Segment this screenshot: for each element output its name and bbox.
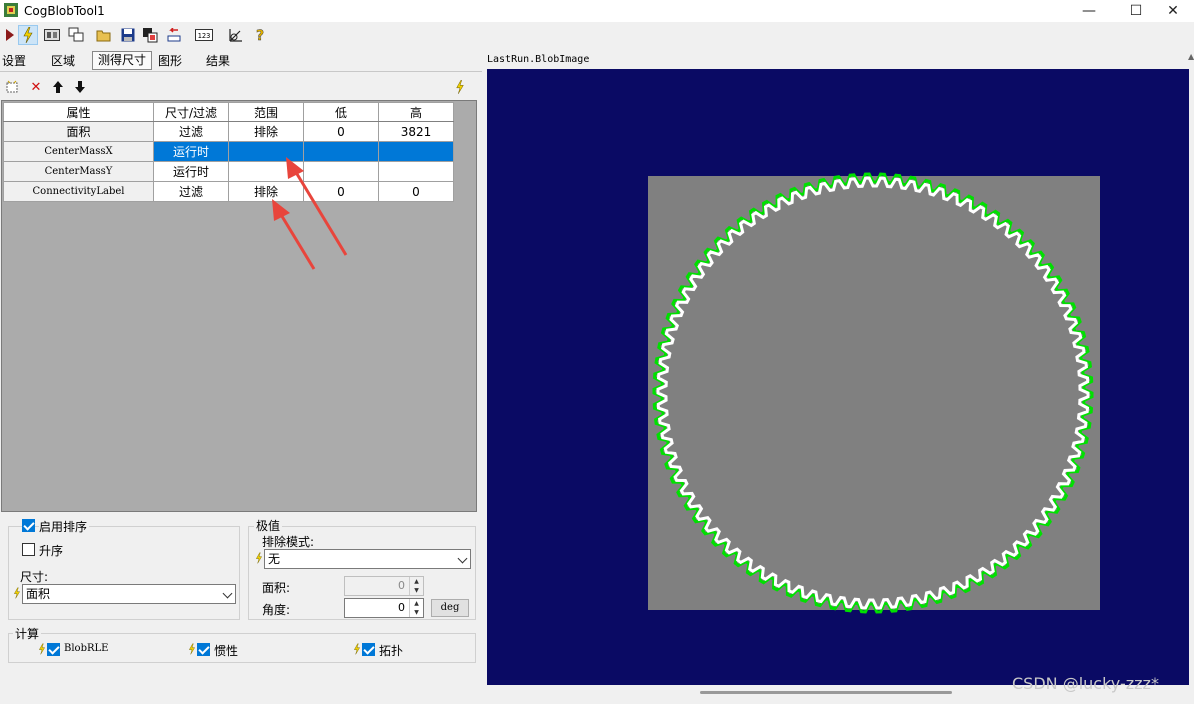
annotation-arrows bbox=[272, 157, 348, 270]
table-row[interactable]: CenterMassY 运行时 bbox=[3, 161, 454, 182]
topology-label: 拓扑 bbox=[379, 644, 404, 658]
area-value: 0 bbox=[398, 579, 405, 592]
area-label: 面积: bbox=[262, 581, 291, 595]
enable-sort-label: 启用排序 bbox=[39, 518, 90, 535]
cell-property[interactable]: ConnectivityLabel bbox=[3, 181, 154, 202]
image-caption: LastRun.BlobImage bbox=[487, 54, 590, 65]
blobrle-checkbox[interactable] bbox=[47, 643, 60, 656]
electric-mode-icon[interactable] bbox=[18, 25, 38, 45]
tab-results[interactable]: 结果 bbox=[202, 53, 234, 70]
exclude-mode-value: 无 bbox=[268, 552, 281, 566]
enable-sort-checkbox[interactable] bbox=[22, 519, 35, 532]
measurement-grid: 属性 尺寸/过滤 范围 低 高 面积 过滤 排除 0 3821 CenterMa… bbox=[1, 100, 477, 512]
window-title: CogBlobTool1 bbox=[24, 4, 105, 18]
copy-window-icon[interactable] bbox=[66, 25, 86, 45]
table-row[interactable]: ConnectivityLabel 过滤 排除 0 0 bbox=[3, 181, 454, 202]
ascending-label: 升序 bbox=[39, 544, 64, 558]
app-icon bbox=[4, 3, 18, 17]
size-dropdown[interactable]: 面积 bbox=[22, 584, 236, 604]
blob-image bbox=[648, 172, 1100, 614]
svg-text:?: ? bbox=[256, 28, 264, 43]
chevron-down-icon bbox=[457, 553, 468, 564]
lightning-icon bbox=[255, 552, 263, 564]
spin-arrows-icon: ▲ ▼ bbox=[409, 577, 423, 595]
chevron-down-icon bbox=[222, 588, 233, 599]
measurement-table: 属性 尺寸/过滤 范围 低 高 面积 过滤 排除 0 3821 CenterMa… bbox=[3, 102, 454, 202]
cell-mode[interactable]: 过滤 bbox=[153, 181, 229, 202]
tab-settings[interactable]: 设置 bbox=[0, 53, 28, 70]
number-display-icon[interactable]: 123 bbox=[194, 25, 214, 45]
cell-mode[interactable]: 运行时 bbox=[153, 141, 229, 162]
table-row[interactable]: CenterMassX 运行时 bbox=[3, 141, 454, 162]
column-header-range[interactable]: 范围 bbox=[228, 102, 304, 122]
lightning-icon[interactable] bbox=[452, 79, 468, 95]
angle-unit-button[interactable]: deg bbox=[431, 599, 469, 617]
angle-value: 0 bbox=[398, 601, 405, 614]
angle-spinbox[interactable]: 0 ▲ ▼ bbox=[344, 598, 424, 618]
reset-icon[interactable] bbox=[164, 25, 184, 45]
table-header-row: 属性 尺寸/过滤 范围 低 高 bbox=[3, 102, 454, 122]
exclude-mode-dropdown[interactable]: 无 bbox=[264, 549, 471, 569]
cell-high[interactable]: 3821 bbox=[378, 121, 454, 142]
blob-image-display[interactable] bbox=[487, 69, 1189, 685]
tab-region[interactable]: 区域 bbox=[48, 53, 78, 70]
topology-checkbox[interactable] bbox=[362, 643, 375, 656]
delete-row-icon[interactable]: ✕ bbox=[28, 79, 44, 95]
cell-high[interactable]: 0 bbox=[378, 181, 454, 202]
tab-measurements[interactable]: 测得尺寸 bbox=[92, 51, 152, 70]
add-row-icon[interactable] bbox=[4, 79, 20, 95]
save-icon[interactable] bbox=[118, 25, 138, 45]
title-bar: CogBlobTool1 — ☐ ✕ bbox=[0, 0, 1194, 22]
cell-low[interactable]: 0 bbox=[303, 121, 379, 142]
column-header-property[interactable]: 属性 bbox=[3, 102, 154, 122]
close-button[interactable]: ✕ bbox=[1150, 0, 1194, 22]
compute-title: 计算 bbox=[13, 625, 42, 642]
area-spinbox: 0 ▲ ▼ bbox=[344, 576, 424, 596]
grid-toolbar: ✕ bbox=[0, 76, 482, 98]
ascending-checkbox[interactable] bbox=[22, 543, 35, 556]
cell-property[interactable]: 面积 bbox=[3, 121, 154, 142]
image-display-icon[interactable] bbox=[42, 25, 62, 45]
cell-property[interactable]: CenterMassY bbox=[3, 161, 154, 182]
cell-property[interactable]: CenterMassX bbox=[3, 141, 154, 162]
minimize-button[interactable]: — bbox=[1066, 0, 1112, 22]
main-toolbar: 123 ? bbox=[0, 22, 482, 48]
extremum-title: 极值 bbox=[254, 517, 283, 534]
cell-high[interactable] bbox=[378, 161, 454, 182]
load-settings-icon[interactable] bbox=[140, 25, 160, 45]
spin-arrows-icon[interactable]: ▲ ▼ bbox=[409, 599, 423, 617]
scroll-up-icon[interactable]: ▲ bbox=[1188, 52, 1194, 61]
inertia-label: 惯性 bbox=[214, 644, 239, 658]
size-dropdown-value: 面积 bbox=[26, 587, 51, 601]
svg-text:123: 123 bbox=[198, 32, 211, 40]
cell-range[interactable]: 排除 bbox=[228, 121, 304, 142]
move-down-icon[interactable] bbox=[72, 79, 88, 95]
cell-mode[interactable]: 过滤 bbox=[153, 121, 229, 142]
cell-mode[interactable]: 运行时 bbox=[153, 161, 229, 182]
horizontal-scrollbar[interactable] bbox=[700, 691, 952, 694]
size-label: 尺寸: bbox=[20, 570, 49, 584]
move-up-icon[interactable] bbox=[50, 79, 66, 95]
tab-graphics[interactable]: 图形 bbox=[154, 53, 186, 70]
table-row[interactable]: 面积 过滤 排除 0 3821 bbox=[3, 121, 454, 142]
column-header-low[interactable]: 低 bbox=[303, 102, 379, 122]
lightning-icon bbox=[38, 643, 46, 655]
run-icon[interactable] bbox=[0, 25, 20, 45]
lightning-icon bbox=[188, 643, 196, 655]
watermark: CSDN @lucky-zzz* bbox=[1012, 674, 1159, 693]
graphics-tool-icon[interactable] bbox=[226, 25, 246, 45]
inertia-checkbox[interactable] bbox=[197, 643, 210, 656]
column-header-mode[interactable]: 尺寸/过滤 bbox=[153, 102, 229, 122]
angle-label: 角度: bbox=[262, 603, 291, 617]
open-folder-icon[interactable] bbox=[94, 25, 114, 45]
help-icon[interactable]: ? bbox=[250, 25, 270, 45]
blobrle-label: BlobRLE bbox=[64, 643, 109, 654]
column-header-high[interactable]: 高 bbox=[378, 102, 454, 122]
tab-strip: 设置 区域 测得尺寸 图形 结果 bbox=[0, 50, 482, 72]
exclude-mode-label: 排除模式: bbox=[262, 535, 315, 549]
lightning-icon bbox=[13, 587, 21, 599]
lightning-icon bbox=[353, 643, 361, 655]
cell-high[interactable] bbox=[378, 141, 454, 162]
